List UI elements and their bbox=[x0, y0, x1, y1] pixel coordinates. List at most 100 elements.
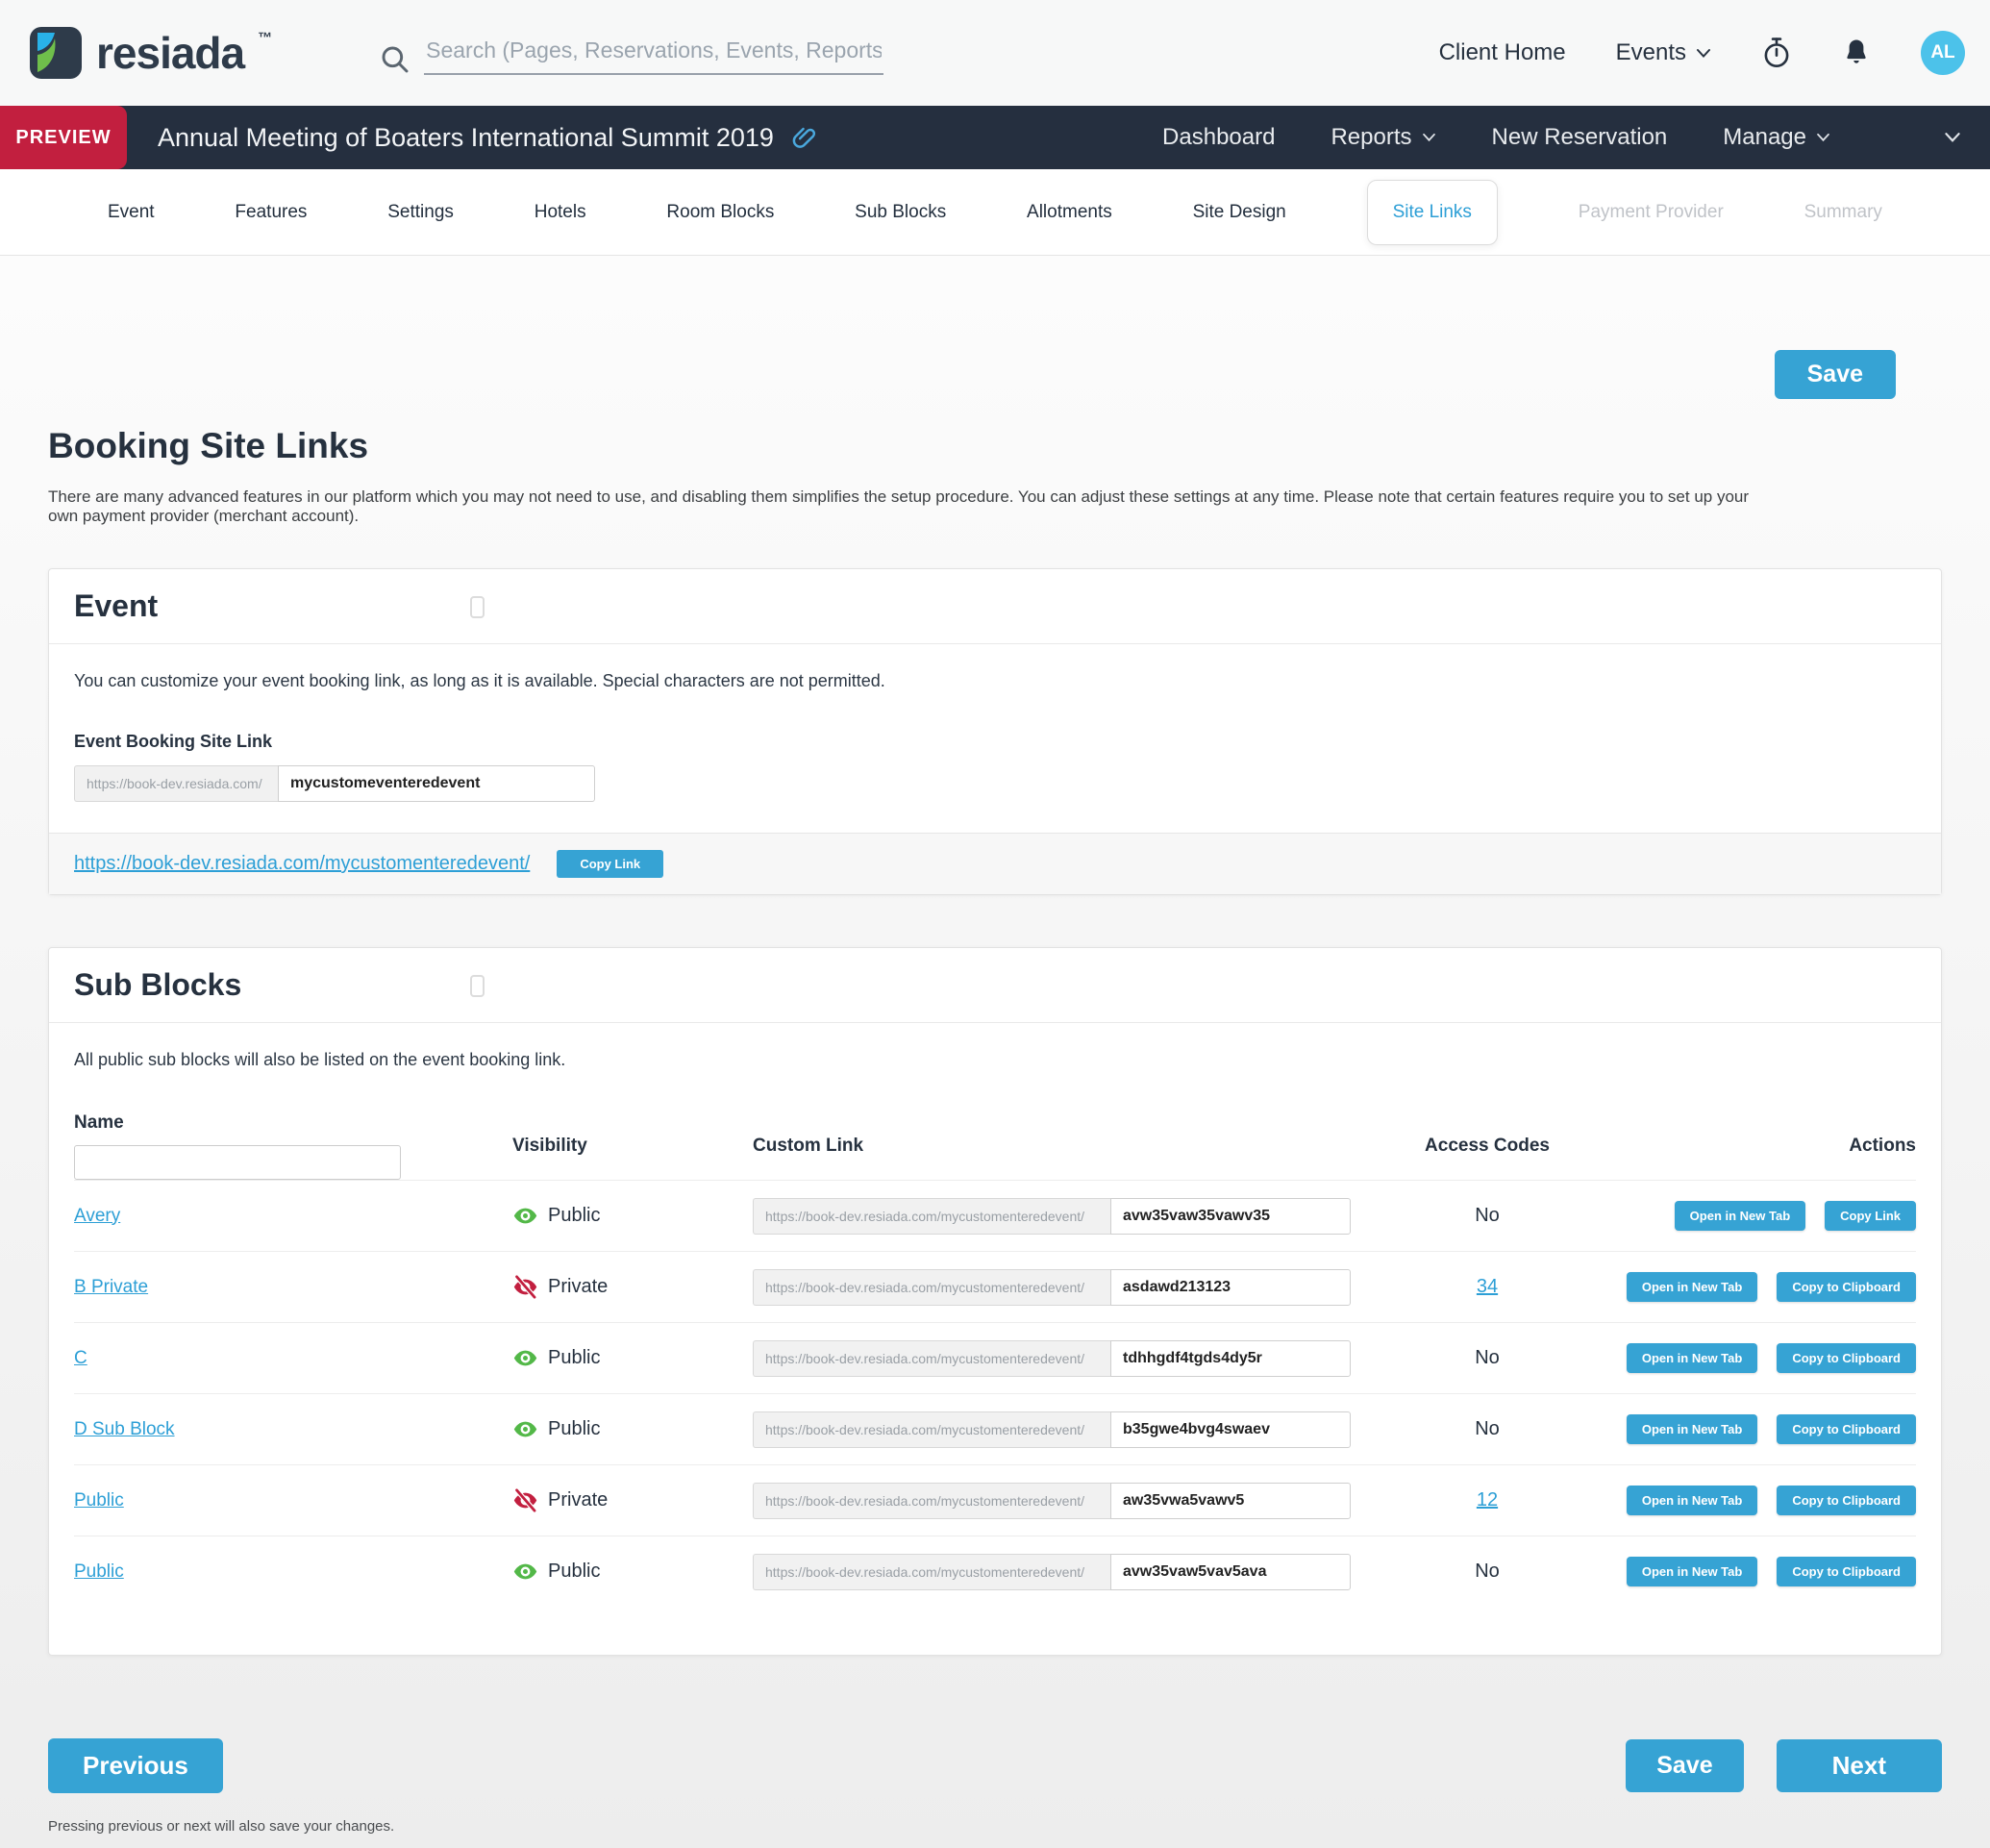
event-link-input-group: https://book-dev.resiada.com/ bbox=[74, 765, 1916, 802]
global-search bbox=[380, 32, 883, 75]
event-link-icon[interactable] bbox=[789, 124, 816, 151]
custom-link-cell: https://book-dev.resiada.com/mycustoment… bbox=[753, 1340, 1376, 1377]
action-copy-to-clipboard[interactable]: Copy to Clipboard bbox=[1777, 1343, 1916, 1373]
actions-cell: Open in New Tab Copy Link bbox=[1599, 1201, 1916, 1231]
nav-reports[interactable]: Reports bbox=[1331, 124, 1435, 151]
notifications-bell-icon[interactable] bbox=[1842, 37, 1871, 68]
nav-manage[interactable]: Manage bbox=[1723, 124, 1830, 151]
events-menu-label: Events bbox=[1616, 39, 1686, 66]
action-copy-to-clipboard[interactable]: Copy to Clipboard bbox=[1777, 1486, 1916, 1515]
previous-button[interactable]: Previous bbox=[48, 1738, 223, 1793]
actions-cell: Open in New Tab Copy to Clipboard bbox=[1599, 1343, 1916, 1373]
event-link-label: Event Booking Site Link bbox=[74, 732, 1916, 752]
custom-link-cell: https://book-dev.resiada.com/mycustoment… bbox=[753, 1483, 1376, 1519]
column-actions: Actions bbox=[1599, 1136, 1916, 1157]
custom-link-input[interactable] bbox=[1110, 1198, 1351, 1235]
visibility-cell: Private bbox=[512, 1487, 753, 1513]
name-cell: Public bbox=[74, 1561, 512, 1583]
page-title: Booking Site Links bbox=[48, 426, 1942, 466]
visibility-label: Public bbox=[548, 1418, 600, 1440]
table-row: B Private Private bbox=[74, 1251, 1916, 1322]
custom-link-prefix: https://book-dev.resiada.com/mycustoment… bbox=[753, 1340, 1110, 1377]
save-button-top[interactable]: Save bbox=[1775, 350, 1896, 399]
action-copy-to-clipboard[interactable]: Copy to Clipboard bbox=[1777, 1414, 1916, 1444]
table-row: C Public https:/ bbox=[74, 1322, 1916, 1393]
search-input[interactable] bbox=[424, 32, 883, 75]
custom-link-input[interactable] bbox=[1110, 1340, 1351, 1377]
copy-link-button[interactable]: Copy Link bbox=[557, 850, 663, 878]
name-cell: Avery bbox=[74, 1206, 512, 1227]
custom-link-input[interactable] bbox=[1110, 1483, 1351, 1519]
access-codes-link[interactable]: 34 bbox=[1477, 1276, 1498, 1297]
custom-link-prefix: https://book-dev.resiada.com/mycustoment… bbox=[753, 1411, 1110, 1448]
action-open-in-new-tab[interactable]: Open in New Tab bbox=[1675, 1201, 1806, 1231]
tab-event[interactable]: Event bbox=[108, 202, 155, 223]
visibility-cell: Public bbox=[512, 1203, 753, 1229]
custom-link-prefix: https://book-dev.resiada.com/mycustoment… bbox=[753, 1554, 1110, 1590]
access-codes-value: No bbox=[1475, 1347, 1500, 1368]
sub-block-name-link[interactable]: Public bbox=[74, 1561, 124, 1582]
save-button-bottom[interactable]: Save bbox=[1626, 1739, 1743, 1792]
sub-block-name-link[interactable]: B Private bbox=[74, 1277, 148, 1297]
name-cell: B Private bbox=[74, 1277, 512, 1298]
client-home-link[interactable]: Client Home bbox=[1439, 39, 1566, 66]
column-name: Name bbox=[74, 1112, 512, 1180]
access-codes-value: No bbox=[1475, 1205, 1500, 1226]
custom-link-prefix: https://book-dev.resiada.com/mycustoment… bbox=[753, 1269, 1110, 1306]
nav-dashboard[interactable]: Dashboard bbox=[1162, 124, 1275, 151]
page-intro: There are many advanced features in our … bbox=[48, 487, 1769, 526]
custom-link-input[interactable] bbox=[1110, 1554, 1351, 1590]
action-open-in-new-tab[interactable]: Open in New Tab bbox=[1627, 1272, 1758, 1302]
sub-block-name-link[interactable]: Public bbox=[74, 1490, 124, 1511]
visibility-cell: Public bbox=[512, 1559, 753, 1585]
custom-link-input[interactable] bbox=[1110, 1269, 1351, 1306]
column-access-codes: Access Codes bbox=[1376, 1136, 1599, 1157]
action-copy-to-clipboard[interactable]: Copy to Clipboard bbox=[1777, 1557, 1916, 1586]
action-open-in-new-tab[interactable]: Open in New Tab bbox=[1627, 1557, 1758, 1586]
sub-block-name-link[interactable]: D Sub Block bbox=[74, 1419, 175, 1439]
tab-sub-blocks[interactable]: Sub Blocks bbox=[855, 202, 946, 223]
name-filter-input[interactable] bbox=[74, 1145, 401, 1180]
timer-icon[interactable] bbox=[1761, 37, 1792, 69]
tab-hotels[interactable]: Hotels bbox=[535, 202, 586, 223]
eye-icon bbox=[512, 1203, 538, 1229]
user-avatar[interactable]: AL bbox=[1921, 31, 1965, 75]
event-url-input[interactable] bbox=[278, 765, 595, 802]
mobile-icon bbox=[470, 596, 485, 618]
chevron-down-icon bbox=[1422, 133, 1436, 142]
events-menu[interactable]: Events bbox=[1616, 39, 1711, 66]
access-codes-link[interactable]: 12 bbox=[1477, 1489, 1498, 1511]
tab-room-blocks[interactable]: Room Blocks bbox=[666, 202, 774, 223]
preview-badge[interactable]: PREVIEW bbox=[0, 106, 127, 169]
custom-link-cell: https://book-dev.resiada.com/mycustoment… bbox=[753, 1198, 1376, 1235]
custom-link-input[interactable] bbox=[1110, 1411, 1351, 1448]
visibility-label: Private bbox=[548, 1489, 608, 1511]
event-booking-link[interactable]: https://book-dev.resiada.com/mycustoment… bbox=[74, 853, 530, 875]
sub-block-name-link[interactable]: Avery bbox=[74, 1206, 120, 1226]
tab-allotments[interactable]: Allotments bbox=[1027, 202, 1112, 223]
sub-block-name-link[interactable]: C bbox=[74, 1348, 87, 1368]
action-copy-link[interactable]: Copy Link bbox=[1825, 1201, 1916, 1231]
tab-site-links[interactable]: Site Links bbox=[1367, 180, 1498, 245]
action-open-in-new-tab[interactable]: Open in New Tab bbox=[1627, 1486, 1758, 1515]
tab-site-design[interactable]: Site Design bbox=[1193, 202, 1286, 223]
access-codes-cell: No bbox=[1376, 1205, 1599, 1227]
sub-blocks-card: Sub Blocks All public sub blocks will al… bbox=[48, 947, 1942, 1656]
tab-features[interactable]: Features bbox=[235, 202, 307, 223]
event-title: Annual Meeting of Boaters International … bbox=[158, 123, 774, 153]
visibility-label: Public bbox=[548, 1205, 600, 1227]
resiada-logo[interactable]: resiada ™ bbox=[29, 26, 272, 80]
next-button[interactable]: Next bbox=[1777, 1739, 1942, 1792]
tab-settings[interactable]: Settings bbox=[387, 202, 454, 223]
table-row: Public Private h bbox=[74, 1464, 1916, 1536]
event-card-title: Event bbox=[74, 588, 158, 623]
nav-new-reservation[interactable]: New Reservation bbox=[1492, 124, 1668, 151]
logo-wordmark: resiada bbox=[96, 26, 244, 80]
action-copy-to-clipboard[interactable]: Copy to Clipboard bbox=[1777, 1272, 1916, 1302]
sub-blocks-table-header: Name Visibility Custom Link Access Codes… bbox=[74, 1112, 1916, 1180]
action-open-in-new-tab[interactable]: Open in New Tab bbox=[1627, 1414, 1758, 1444]
event-card-body: You can customize your event booking lin… bbox=[49, 644, 1941, 833]
action-open-in-new-tab[interactable]: Open in New Tab bbox=[1627, 1343, 1758, 1373]
actions-cell: Open in New Tab Copy to Clipboard bbox=[1599, 1557, 1916, 1586]
event-bar-chevron-down-icon[interactable] bbox=[1944, 132, 1961, 143]
